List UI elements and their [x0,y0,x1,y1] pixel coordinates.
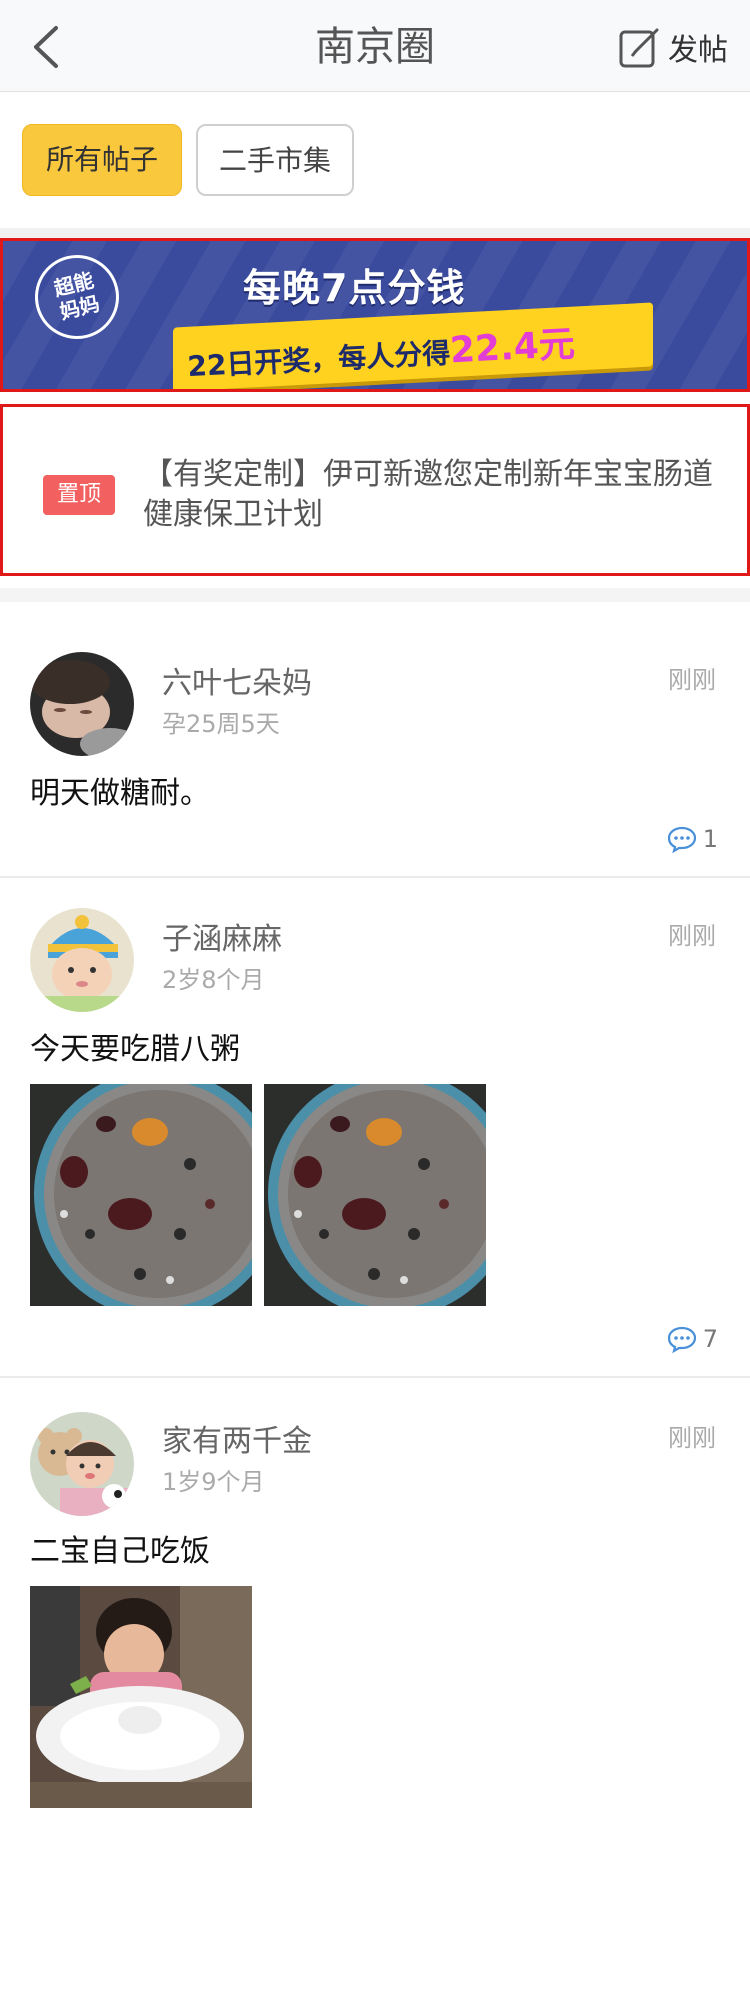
avatar[interactable] [30,652,134,756]
avatar[interactable] [30,1412,134,1516]
comment-count[interactable]: 1 [667,824,718,854]
avatar-image [30,652,134,756]
banner-amount: 22.4元 [448,323,576,372]
post-author[interactable]: 子涵麻麻 [162,914,282,958]
post-time: 刚刚 [668,666,716,694]
post-item[interactable]: 家有两千金 1岁9个月 刚刚 二宝自己吃饭 [0,1378,750,1838]
post-text: 今天要吃腊八粥 [30,1032,240,1067]
post-image[interactable] [30,1586,252,1808]
post-author[interactable]: 家有两千金 [162,1416,312,1460]
pinned-post-title: 【有奖定制】伊可新邀您定制新年宝宝肠道健康保卫计划 [143,457,713,532]
banner-headline: 每晚7点分钱 [243,266,466,310]
new-post-label: 发帖 [668,33,728,68]
baby-eating-photo [30,1586,252,1808]
post-item[interactable]: 子涵麻麻 2岁8个月 刚刚 今天要吃腊八粥 7 [0,878,750,1376]
pinned-badge: 置顶 [43,475,115,515]
author-stage: 孕25周5天 [162,710,280,738]
author-stage: 2岁8个月 [162,966,265,994]
post-author[interactable]: 六叶七朵妈 [162,658,312,702]
pinned-post[interactable]: 置顶 【有奖定制】伊可新邀您定制新年宝宝肠道健康保卫计划 [0,404,750,576]
comment-count[interactable]: 7 [667,1324,718,1354]
porridge-photo [30,1084,252,1306]
tab-all-posts[interactable]: 所有帖子 [22,124,182,196]
author-stage: 1岁9个月 [162,1468,265,1496]
avatar-image [30,908,134,1012]
comment-icon [667,1326,696,1353]
post-image[interactable] [264,1084,486,1306]
edit-icon [619,28,659,68]
top-nav-bar: 南京圈 发帖 [0,0,750,92]
avatar[interactable] [30,908,134,1012]
promo-banner[interactable]: 超能 妈妈 每晚7点分钱 22日开奖，每人分得22.4元 [0,238,750,392]
porridge-photo [264,1084,486,1306]
comment-icon [667,826,696,853]
comment-count-value: 7 [702,1325,718,1353]
post-item[interactable]: 六叶七朵妈 孕25周5天 刚刚 明天做糖耐。 1 [0,620,750,876]
post-time: 刚刚 [668,1424,716,1452]
section-divider [0,588,750,602]
new-post-button[interactable]: 发帖 [618,22,728,72]
comment-count-value: 1 [702,825,718,853]
post-image[interactable] [30,1084,252,1306]
post-text: 明天做糖耐。 [30,776,210,811]
post-time: 刚刚 [668,922,716,950]
section-divider [0,228,750,238]
tab-second-hand-market[interactable]: 二手市集 [196,124,354,196]
avatar-image [30,1412,134,1516]
category-tabs: 所有帖子 二手市集 [0,92,750,228]
post-text: 二宝自己吃饭 [30,1534,210,1569]
